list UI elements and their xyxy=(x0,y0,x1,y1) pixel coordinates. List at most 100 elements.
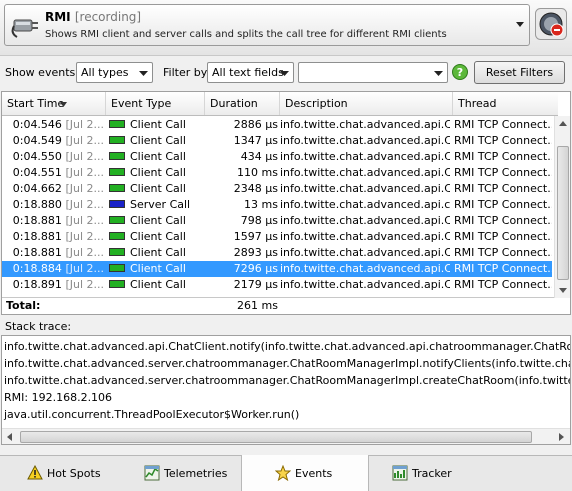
description-cell: info.twitte.chat.advanced.api.C... xyxy=(280,262,450,275)
client-call-swatch xyxy=(109,168,125,176)
tab-hot-spots[interactable]: Hot Spots xyxy=(0,456,120,491)
event-type-value: Client Call xyxy=(130,150,186,163)
start-time-value: 0:04.551 xyxy=(12,166,62,179)
telemetries-icon xyxy=(144,465,160,481)
column-label: Start Time xyxy=(7,97,65,110)
tracker-icon xyxy=(392,465,408,481)
tab-tracker[interactable]: Tracker xyxy=(370,456,490,491)
duration-cell: 1347 µs xyxy=(233,134,278,147)
scroll-right-icon[interactable] xyxy=(553,429,569,445)
start-date-value: [Jul 2... xyxy=(65,150,104,163)
filter-bar: Show events: All types Filter by All tex… xyxy=(0,57,572,87)
column-event-type[interactable]: Event Type xyxy=(106,92,205,115)
tab-telemetries[interactable]: Telemetries xyxy=(120,456,240,491)
reset-filters-button[interactable]: Reset Filters xyxy=(474,61,565,84)
thread-cell: RMI TCP Connect... xyxy=(454,246,552,259)
stack-frame[interactable]: RMI: 192.168.2.106 xyxy=(4,391,112,405)
scroll-thumb[interactable] xyxy=(557,146,569,280)
stack-frame[interactable]: java.util.concurrent.ThreadPoolExecutor$… xyxy=(4,408,299,422)
start-time-cell: 0:04.550 [Jul 2... xyxy=(2,150,105,164)
stop-recording-button[interactable] xyxy=(535,8,567,40)
events-table: Start Time Event Type Duration Descripti… xyxy=(1,91,571,315)
start-time-cell: 0:04.546 [Jul 2... xyxy=(2,118,105,132)
svg-text:?: ? xyxy=(457,66,463,79)
scroll-left-icon[interactable] xyxy=(2,429,18,445)
thread-cell: RMI TCP Connect... xyxy=(454,150,552,163)
tab-label: Telemetries xyxy=(164,467,228,480)
table-row[interactable]: 0:18.881 [Jul 2... Client Call 2893 µs info… xyxy=(2,245,552,261)
column-start-time[interactable]: Start Time xyxy=(2,92,106,115)
chevron-down-icon[interactable] xyxy=(515,19,525,29)
client-call-swatch xyxy=(109,248,125,256)
stack-frame[interactable]: info.twitte.chat.advanced.server.chatroo… xyxy=(4,374,570,388)
chevron-down-icon xyxy=(139,71,148,76)
tab-events[interactable]: Events xyxy=(241,455,369,491)
chevron-down-icon[interactable] xyxy=(434,69,443,78)
client-call-swatch xyxy=(109,136,125,144)
tab-label: Events xyxy=(295,467,333,480)
tab-label: Hot Spots xyxy=(47,467,101,480)
description-cell: info.twitte.chat.advanced.api.C... xyxy=(280,214,450,227)
help-icon[interactable]: ? xyxy=(452,64,468,80)
stack-frame[interactable]: info.twitte.chat.advanced.server.chatroo… xyxy=(4,357,570,371)
start-time-cell: 0:04.551 [Jul 2... xyxy=(2,166,105,180)
client-call-swatch xyxy=(109,216,125,224)
thread-cell: RMI TCP Connect... xyxy=(454,134,552,147)
start-time-value: 0:18.881 xyxy=(12,214,62,227)
filter-text-input[interactable] xyxy=(298,62,448,83)
event-type-value: Client Call xyxy=(130,214,186,227)
event-type-cell: Client Call xyxy=(106,230,204,244)
start-date-value: [Jul 2... xyxy=(65,214,104,227)
stack-trace-label: Stack trace: xyxy=(5,320,72,333)
table-row[interactable]: 0:04.550 [Jul 2... Client Call 434 µs info.… xyxy=(2,149,552,165)
table-row[interactable]: 0:04.546 [Jul 2... Client Call 2886 µs info… xyxy=(2,117,552,133)
column-description[interactable]: Description xyxy=(280,92,453,115)
duration-cell: 2886 µs xyxy=(233,118,278,131)
table-row[interactable]: 0:18.884 [Jul 2... Client Call 7296 µs info… xyxy=(2,261,552,277)
probe-selector[interactable]: RMI [recording] Shows RMI client and ser… xyxy=(4,4,530,46)
stack-frame[interactable]: info.twitte.chat.advanced.api.ChatClient… xyxy=(4,340,570,354)
start-time-value: 0:04.549 xyxy=(12,134,62,147)
vertical-scrollbar[interactable] xyxy=(554,116,570,298)
horizontal-scrollbar[interactable] xyxy=(2,428,570,444)
chevron-down-icon xyxy=(280,71,289,76)
event-type-cell: Client Call xyxy=(106,166,204,180)
total-label: Total: xyxy=(6,299,41,312)
table-row[interactable]: 0:18.881 [Jul 2... Client Call 798 µs info.… xyxy=(2,213,552,229)
event-type-value: Client Call xyxy=(130,134,186,147)
client-call-swatch xyxy=(109,280,125,288)
start-date-value: [Jul 2... xyxy=(65,278,104,291)
table-row[interactable]: 0:04.662 [Jul 2... Client Call 2348 µs info… xyxy=(2,181,552,197)
column-thread[interactable]: Thread xyxy=(453,92,558,115)
start-time-cell: 0:18.881 [Jul 2... xyxy=(2,214,105,228)
description-cell: info.twitte.chat.advanced.api.C... xyxy=(280,134,450,147)
table-header: Start Time Event Type Duration Descripti… xyxy=(2,92,558,116)
event-type-value: Client Call xyxy=(130,246,186,259)
scroll-thumb[interactable] xyxy=(20,431,532,443)
table-row[interactable]: 0:18.880 [Jul 2... Server Call 13 ms info.t… xyxy=(2,197,552,213)
description-cell: info.twitte.chat.advanced.api.C... xyxy=(280,182,450,195)
column-label: Event Type xyxy=(111,97,172,110)
table-row[interactable]: 0:04.549 [Jul 2... Client Call 1347 µs info… xyxy=(2,133,552,149)
table-row[interactable]: 0:18.891 [Jul 2... Client Call 2179 µs info… xyxy=(2,277,552,293)
description-cell: info.twitte.chat.advanced.api.C... xyxy=(280,246,450,259)
event-type-cell: Client Call xyxy=(106,214,204,228)
scroll-up-icon[interactable] xyxy=(555,116,571,132)
recording-status: [recording] xyxy=(74,10,142,24)
start-date-value: [Jul 2... xyxy=(65,118,104,131)
filter-field-select[interactable]: All text fields xyxy=(207,62,294,83)
scroll-down-icon[interactable] xyxy=(555,282,571,298)
column-label: Duration xyxy=(210,97,258,110)
thread-cell: RMI TCP Connect... xyxy=(454,262,552,275)
duration-cell: 434 µs xyxy=(240,150,278,163)
event-type-cell: Client Call xyxy=(106,246,204,260)
table-row[interactable]: 0:18.881 [Jul 2... Client Call 1597 µs info… xyxy=(2,229,552,245)
column-duration[interactable]: Duration xyxy=(205,92,280,115)
event-type-select[interactable]: All types xyxy=(76,62,153,83)
event-type-value: Server Call xyxy=(130,198,191,211)
duration-cell: 7296 µs xyxy=(233,262,278,275)
event-type-cell: Client Call xyxy=(106,134,204,148)
description-cell: info.twitte.chat.advanced.api.C... xyxy=(280,118,450,131)
thread-cell: RMI TCP Connect... xyxy=(454,118,552,131)
table-row[interactable]: 0:04.551 [Jul 2... Client Call 110 ms info.… xyxy=(2,165,552,181)
